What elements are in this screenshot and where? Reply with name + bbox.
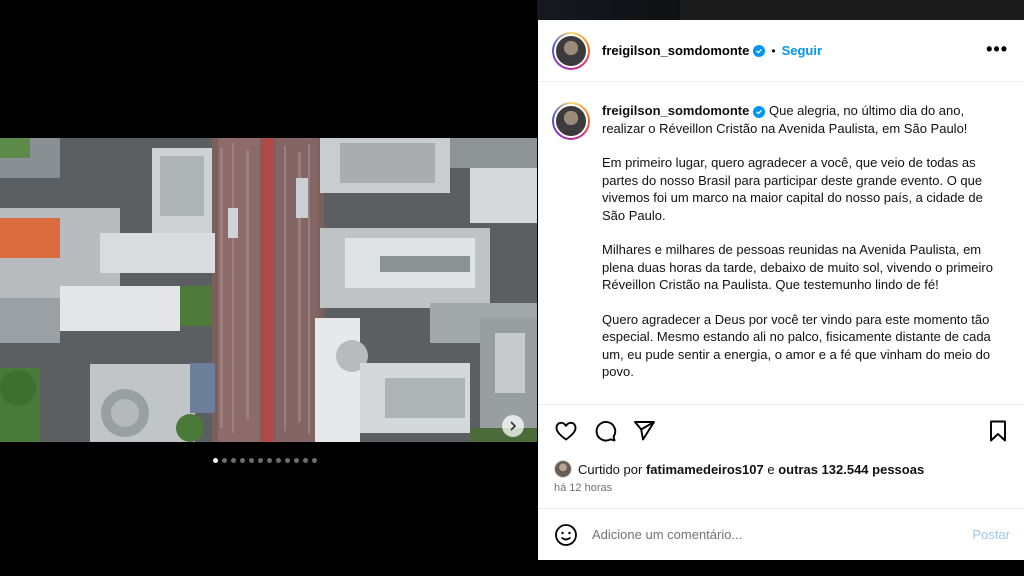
post-header: freigilson_somdomonte • Seguir •••: [538, 20, 1024, 82]
next-media-button[interactable]: [502, 415, 524, 437]
comment-icon[interactable]: [593, 419, 617, 443]
likes-summary: Curtido por fatimamedeiros107 e outras 1…: [554, 460, 924, 478]
likes-prefix: Curtido por: [578, 461, 643, 477]
liker-username[interactable]: fatimamedeiros107: [646, 462, 764, 477]
media-pane: [0, 0, 537, 576]
post-comment-button[interactable]: Postar: [972, 527, 1010, 542]
caption-username[interactable]: freigilson_somdomonte: [602, 103, 749, 118]
caption-text: freigilson_somdomonte Que alegria, no úl…: [602, 102, 1008, 400]
bookmark-icon[interactable]: [986, 419, 1010, 443]
carousel-dot: [249, 458, 254, 463]
comment-bar: Postar: [538, 508, 1024, 560]
carousel-dot: [222, 458, 227, 463]
post-caption: freigilson_somdomonte Que alegria, no úl…: [538, 82, 1024, 400]
verified-icon: [753, 106, 766, 118]
liker-avatar[interactable]: [554, 460, 572, 478]
carousel-dot: [258, 458, 263, 463]
verified-icon: [753, 44, 766, 57]
chevron-right-icon: [510, 421, 517, 431]
comment-input[interactable]: [592, 527, 952, 542]
author-avatar-ring[interactable]: [552, 31, 590, 70]
likes-others[interactable]: outras 132.544 pessoas: [778, 462, 924, 477]
carousel-dot: [312, 458, 317, 463]
carousel-dot: [303, 458, 308, 463]
carousel-dot: [294, 458, 299, 463]
post-timestamp[interactable]: há 12 horas: [554, 482, 612, 494]
heart-icon[interactable]: [554, 419, 578, 443]
caption-avatar-ring[interactable]: [552, 102, 590, 140]
carousel-dot: [213, 458, 218, 463]
carousel-dot: [276, 458, 281, 463]
caption-paragraph-3: Milhares e milhares de pessoas reunidas …: [602, 242, 993, 292]
author-username[interactable]: freigilson_somdomonte: [602, 43, 749, 58]
caption-paragraph-4: Quero agradecer a Deus por você ter vind…: [602, 311, 991, 380]
share-icon[interactable]: [632, 419, 656, 443]
carousel-indicator: [213, 458, 317, 463]
carousel-dot: [285, 458, 290, 463]
aerial-city-photo: [0, 138, 537, 442]
separator: •: [771, 43, 776, 58]
carousel-dot: [267, 458, 272, 463]
caption-paragraph-1: freigilson_somdomonte Que alegria, no úl…: [602, 102, 1008, 137]
carousel-dot: [231, 458, 236, 463]
instagram-post-modal: freigilson_somdomonte • Seguir ••• freig…: [0, 0, 1024, 576]
avatar[interactable]: [554, 33, 588, 68]
follow-button[interactable]: Seguir: [782, 43, 822, 58]
carousel-dot: [240, 458, 245, 463]
caption-paragraph-2: Em primeiro lugar, quero agradecer a voc…: [602, 155, 983, 223]
more-options-icon[interactable]: •••: [986, 40, 1008, 58]
post-photo[interactable]: [0, 138, 537, 442]
post-panel: freigilson_somdomonte • Seguir ••• freig…: [538, 20, 1024, 560]
action-bar: [538, 404, 1024, 454]
emoji-icon[interactable]: [554, 523, 578, 547]
likes-middle: e: [767, 461, 775, 477]
caption-avatar[interactable]: [554, 104, 588, 138]
